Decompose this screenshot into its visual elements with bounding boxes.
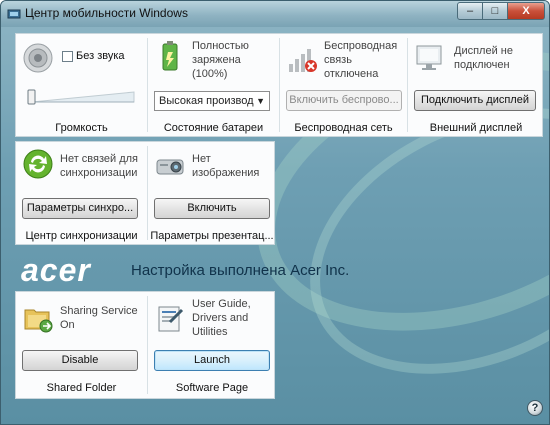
monitor-icon — [416, 45, 442, 70]
battery-icon — [162, 41, 178, 71]
external-display-tile: Дисплей не подключен Подключить дисплей … — [408, 34, 544, 136]
minimize-button[interactable]: – — [457, 2, 483, 20]
shared-folder-status-line2: On — [60, 319, 75, 331]
enable-wireless-button[interactable]: Включить беспрово... — [286, 90, 402, 111]
battery-caption: Состояние батареи — [163, 122, 264, 134]
window-title: Центр мобильности Windows — [25, 6, 188, 20]
software-page-tile: User Guide, Drivers and Utilities Launch… — [148, 292, 276, 398]
battery-status-line1: Полностью — [192, 40, 249, 52]
help-icon[interactable]: ? — [527, 400, 543, 416]
battery-tile: Полностью заряжена (100%) Высокая произв… — [148, 34, 279, 136]
acer-tagline: Настройка выполнена Acer Inc. — [131, 262, 350, 279]
display-status-line2: подключен — [454, 59, 510, 71]
mute-label: Без звука — [76, 50, 125, 62]
software-status-line2: Drivers and — [192, 312, 249, 324]
sync-center-tile: Нет связей для синхронизации Параметры с… — [16, 142, 147, 244]
sync-caption: Центр синхронизации — [25, 230, 138, 242]
display-status-line1: Дисплей не — [454, 45, 513, 57]
mobility-tiles-row-1: Без звука Громкость Полностью заряжена (… — [15, 33, 543, 137]
sync-status-line2: синхронизации — [60, 167, 138, 179]
acer-tiles-row: Sharing Service On Disable Shared Folder… — [15, 291, 275, 399]
connect-display-button[interactable]: Подключить дисплей — [414, 90, 536, 111]
shared-folder-status-line1: Sharing Service — [60, 305, 138, 317]
acer-logo: acer — [21, 255, 91, 288]
volume-caption: Громкость — [55, 122, 108, 134]
software-status-line3: Utilities — [192, 326, 228, 338]
wireless-status-line2: связь — [324, 54, 352, 66]
wireless-caption: Беспроводная сеть — [294, 122, 393, 134]
power-plan-select[interactable]: Высокая производ ▼ — [154, 91, 270, 111]
speaker-icon — [23, 43, 53, 73]
chevron-down-icon: ▼ — [256, 96, 265, 106]
sync-icon — [23, 149, 53, 179]
projector-icon — [156, 159, 184, 175]
launch-button[interactable]: Launch — [154, 350, 270, 371]
presentation-caption: Параметры презентац... — [150, 230, 274, 242]
acer-logo-wordmark: acer — [21, 255, 91, 288]
title-bar: Центр мобильности Windows – □ X — [1, 1, 549, 27]
wireless-status-line1: Беспроводная — [324, 40, 398, 52]
volume-tile: Без звука Громкость — [16, 34, 147, 136]
sync-settings-button[interactable]: Параметры синхро... — [22, 198, 138, 219]
presentation-status-line2: изображения — [192, 167, 260, 179]
wireless-status-line3: отключена — [324, 68, 379, 80]
shared-folder-tile: Sharing Service On Disable Shared Folder — [16, 292, 147, 398]
wireless-tile: Беспроводная связь отключена Включить бе… — [280, 34, 407, 136]
battery-status-line3: (100%) — [192, 68, 228, 80]
software-status-line1: User Guide, — [192, 298, 251, 310]
shared-folder-icon — [24, 309, 53, 333]
presentation-settings-tile: Нет изображения Включить Параметры презе… — [148, 142, 276, 244]
sync-status-line1: Нет связей для — [60, 153, 138, 165]
presentation-status-line1: Нет — [192, 153, 211, 165]
turn-on-presentation-button[interactable]: Включить — [154, 198, 270, 219]
close-button[interactable]: X — [507, 2, 545, 20]
display-caption: Внешний дисплей — [429, 122, 523, 134]
wireless-off-icon — [289, 49, 317, 72]
battery-status-line2: заряжена — [192, 54, 241, 66]
software-page-caption: Software Page — [175, 382, 249, 394]
mobility-tiles-row-2: Нет связей для синхронизации Параметры с… — [15, 141, 275, 245]
software-page-icon — [158, 306, 184, 332]
shared-folder-caption: Shared Folder — [46, 382, 117, 394]
mobility-center-window: Центр мобильности Windows – □ X Без звук… — [0, 0, 550, 425]
mobility-center-icon — [7, 9, 21, 19]
mute-checkbox[interactable] — [62, 51, 73, 62]
power-plan-value: Высокая производ — [159, 95, 254, 107]
disable-sharing-button[interactable]: Disable — [22, 350, 138, 371]
maximize-button[interactable]: □ — [482, 2, 508, 20]
volume-slider[interactable] — [26, 86, 136, 106]
